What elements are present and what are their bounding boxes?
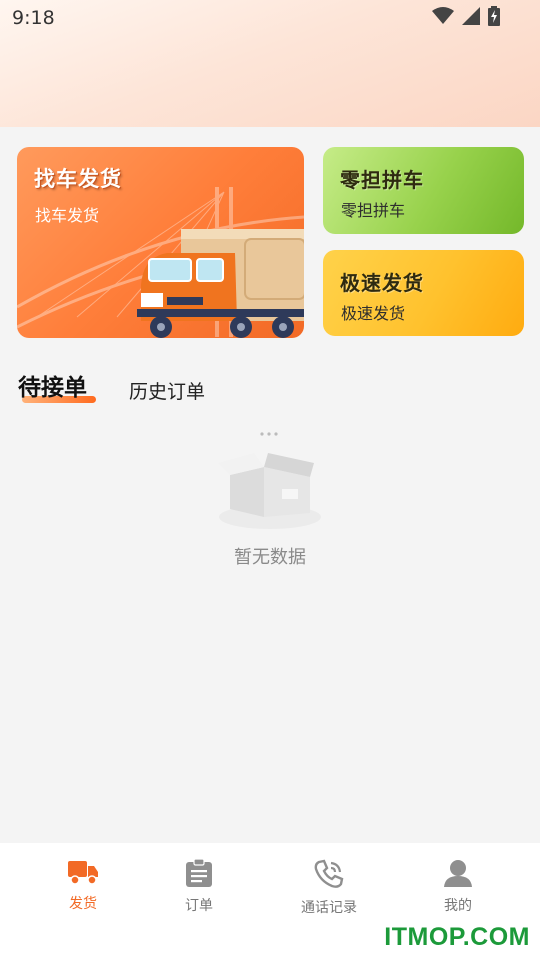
nav-item-call-log[interactable]: 通话记录 xyxy=(279,859,379,917)
card-subtitle: 找车发货 xyxy=(35,206,100,225)
empty-state: 暂无数据 xyxy=(0,425,540,568)
wifi-icon xyxy=(432,7,454,29)
truck-icon xyxy=(68,861,98,885)
card-subtitle: 极速发货 xyxy=(341,304,406,323)
card-subtitle: 零担拼车 xyxy=(341,201,406,220)
empty-box-icon xyxy=(218,432,321,529)
nav-label: 发货 xyxy=(69,896,97,912)
nav-item-orders[interactable]: 订单 xyxy=(149,858,249,915)
order-tabs: 待接单 历史订单 xyxy=(18,366,518,406)
clipboard-icon xyxy=(186,858,212,887)
status-bar: 9:18 xyxy=(0,0,540,36)
express-card[interactable]: 极速发货 极速发货 xyxy=(323,250,524,336)
nav-item-me[interactable]: 我的 xyxy=(408,859,508,915)
empty-state-text: 暂无数据 xyxy=(234,547,306,568)
tab-history[interactable]: 历史订单 xyxy=(129,377,205,404)
status-time: 9:18 xyxy=(12,7,55,29)
truck-illustration xyxy=(137,229,304,338)
carpool-card[interactable]: 零担拼车 零担拼车 xyxy=(323,147,524,234)
card-title: 零担拼车 xyxy=(340,168,424,192)
nav-label: 我的 xyxy=(444,898,472,914)
card-title: 找车发货 xyxy=(34,167,122,191)
signal-icon xyxy=(462,7,480,29)
tab-pending[interactable]: 待接单 xyxy=(18,368,87,402)
user-icon xyxy=(444,860,472,887)
phone-icon xyxy=(314,859,344,888)
status-icons xyxy=(432,6,500,30)
watermark-text: ITMOP.COM xyxy=(384,923,530,951)
nav-label: 通话记录 xyxy=(301,900,357,916)
find-truck-card[interactable]: 找车发货 找车发货 xyxy=(17,147,304,338)
card-title: 极速发货 xyxy=(340,271,424,295)
nav-label: 订单 xyxy=(185,898,213,914)
battery-icon xyxy=(488,6,500,30)
nav-item-ship[interactable]: 发货 xyxy=(33,859,133,913)
